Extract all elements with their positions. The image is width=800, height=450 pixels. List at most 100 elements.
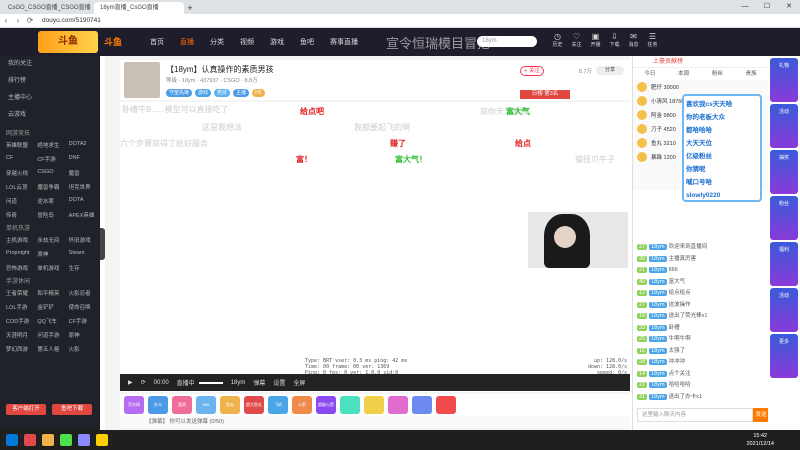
rail-card[interactable]: 粉丝 (770, 196, 798, 240)
taskbar-app-icon[interactable] (6, 434, 18, 446)
sidebar-category[interactable]: COD手游 (6, 317, 37, 325)
url-field[interactable]: douyu.com/5190741 (42, 17, 101, 24)
sidebar-category[interactable]: 天涯明月 (6, 331, 37, 339)
sidebar-category[interactable]: 使命召唤 (69, 303, 100, 311)
gift-item[interactable] (436, 396, 456, 414)
reload-icon[interactable]: ⟳ (24, 16, 36, 25)
user-badge[interactable]: 18ym (649, 393, 667, 400)
gift-item[interactable]: 超级火箭 (316, 396, 336, 414)
sidebar-category[interactable]: 问道手游 (37, 331, 68, 339)
gift-item[interactable] (412, 396, 432, 414)
nav-item-live[interactable]: 直播 (180, 37, 194, 47)
user-badge[interactable]: 18ym (649, 370, 667, 377)
sidebar-category[interactable]: 穿越火线 (6, 169, 37, 177)
share-button[interactable]: 分享 (596, 66, 624, 75)
send-button[interactable]: 发送 (753, 408, 769, 422)
user-badge[interactable]: 18ym (649, 324, 667, 331)
refresh-icon[interactable]: ⟳ (141, 379, 146, 386)
rail-card[interactable]: 抽奖 (770, 150, 798, 194)
sidebar-category[interactable]: 梦幻西游 (6, 345, 37, 353)
gift-item[interactable]: 荧光棒 (124, 396, 144, 414)
chat-message[interactable]: 31 18ym 送出了办卡x1 (633, 392, 769, 404)
app-download-button[interactable]: 鱼吧下载 (52, 404, 92, 415)
sidebar-category[interactable]: 坦克世界 (69, 183, 100, 191)
taskbar-app-icon[interactable] (42, 434, 54, 446)
video-player[interactable]: 卧槽牛B......模型可以直接吃了 给点吧 就你天天杀我 这是我想法 我都要起… (120, 102, 630, 392)
room-tag[interactable]: 游戏 (195, 89, 212, 97)
room-tag[interactable]: 竞技 (214, 89, 231, 97)
client-open-button[interactable]: 客户端打开 (6, 404, 46, 415)
sidebar-category[interactable]: DNF (69, 155, 100, 163)
sidebar-item-cloud[interactable]: 云游戏 (0, 107, 100, 124)
taskbar-app-icon[interactable] (96, 434, 108, 446)
nav-item-game[interactable]: 游戏 (270, 37, 284, 47)
sidebar-category[interactable]: 魔兽争霸 (37, 183, 68, 191)
new-tab-button[interactable]: + (184, 2, 196, 14)
user-badge[interactable]: 18ym (649, 336, 667, 342)
tab-today[interactable]: 今日 (633, 68, 667, 80)
gift-item[interactable] (388, 396, 408, 414)
task-icon[interactable]: ☰ 任务 (643, 32, 662, 48)
message-icon[interactable]: ✉ 消息 (624, 32, 643, 48)
sidebar-category[interactable]: 英雄联盟 (6, 141, 37, 149)
sidebar-category[interactable]: 和平精英 (37, 289, 68, 297)
sidebar-category[interactable]: Steam (69, 250, 100, 258)
rail-card[interactable]: 更多 (770, 334, 798, 378)
sidebar-category[interactable]: 原神 (69, 331, 100, 339)
gift-item[interactable]: 鱼丸 (220, 396, 240, 414)
gift-item[interactable] (364, 396, 384, 414)
sidebar-item-anchor[interactable]: 主播中心 (0, 90, 100, 107)
chat-message[interactable]: 40 18ym 富大气 (633, 277, 769, 289)
chat-message[interactable]: 12 18ym 给点给点 (633, 288, 769, 300)
user-badge[interactable]: 18ym (649, 278, 667, 285)
sidebar-category[interactable]: CSGO (37, 169, 68, 177)
fullscreen-icon[interactable]: 全屏 (293, 378, 305, 387)
chat-message[interactable]: 22 18ym 哈哈哈哈 (633, 380, 769, 392)
chat-message[interactable]: 33 18ym 卧槽 (633, 323, 769, 335)
tab-noble[interactable]: 贵族 (734, 68, 768, 80)
sidebar-category[interactable]: 火影 (69, 345, 100, 353)
maximize-icon[interactable]: ☐ (756, 0, 778, 14)
sidebar-category[interactable]: 绝地求生 (37, 141, 68, 149)
sidebar-category[interactable]: LOL手游 (6, 303, 37, 311)
settings-icon[interactable]: 设置 (273, 378, 285, 387)
sidebar-category[interactable]: 魔兽 (69, 169, 100, 177)
rail-card[interactable]: 活动 (770, 104, 798, 148)
avatar[interactable] (124, 62, 160, 98)
nav-item-category[interactable]: 分类 (210, 37, 224, 47)
user-badge[interactable]: 18ym (649, 301, 667, 308)
user-badge[interactable]: 18ym (649, 347, 667, 354)
sidebar-category[interactable]: 冒险岛 (37, 211, 68, 219)
gift-item[interactable]: 办卡 (148, 396, 168, 414)
sidebar-category[interactable]: 主机游戏 (6, 236, 37, 244)
nav-item-video[interactable]: 视频 (240, 37, 254, 47)
play-pause-icon[interactable]: ▶ (128, 379, 133, 386)
chat-message[interactable]: 30 18ym 主播真厉害 (633, 254, 769, 266)
rail-card[interactable]: 福利 (770, 242, 798, 286)
chat-input[interactable]: 这里输入聊天内容 (637, 408, 753, 422)
sidebar-category[interactable]: 金铲铲 (37, 303, 68, 311)
gift-item[interactable]: 超大鱼丸 (244, 396, 264, 414)
sidebar-category[interactable]: 永劫无间 (37, 236, 68, 244)
brand-logo-secondary[interactable]: 斗鱼 (104, 35, 134, 49)
sidebar-category[interactable]: 原神 (37, 250, 68, 258)
user-badge[interactable]: 18ym (649, 267, 667, 273)
user-badge[interactable]: 18ym (649, 359, 667, 365)
sidebar-category[interactable]: CF (6, 155, 37, 163)
sidebar-item-rank[interactable]: 排行榜 (0, 73, 100, 90)
user-badge[interactable]: 18ym (649, 255, 667, 262)
taskbar-app-icon[interactable] (24, 434, 36, 446)
history-icon[interactable]: ◷ 历史 (548, 32, 567, 48)
taskbar-app-icon[interactable] (78, 434, 90, 446)
user-badge[interactable]: 18ym (649, 313, 667, 319)
sidebar-category[interactable]: 传奇 (6, 211, 37, 219)
chat-message[interactable]: 14 18ym 点个关注 (633, 369, 769, 381)
danmaku-input-bar[interactable]: 【弹幕】 你可以发送弹幕 (0/50) (120, 416, 630, 428)
user-badge[interactable]: 18ym (649, 290, 667, 296)
sidebar-category[interactable]: 逆水寒 (37, 197, 68, 205)
sidebar-category[interactable]: 恐怖游戏 (6, 264, 37, 272)
volume-bar[interactable] (198, 381, 223, 384)
nav-item-home[interactable]: 首页 (150, 37, 164, 47)
tab-fans[interactable]: 粉丝 (701, 68, 735, 80)
chat-message[interactable]: 21 18ym 666 (633, 265, 769, 277)
